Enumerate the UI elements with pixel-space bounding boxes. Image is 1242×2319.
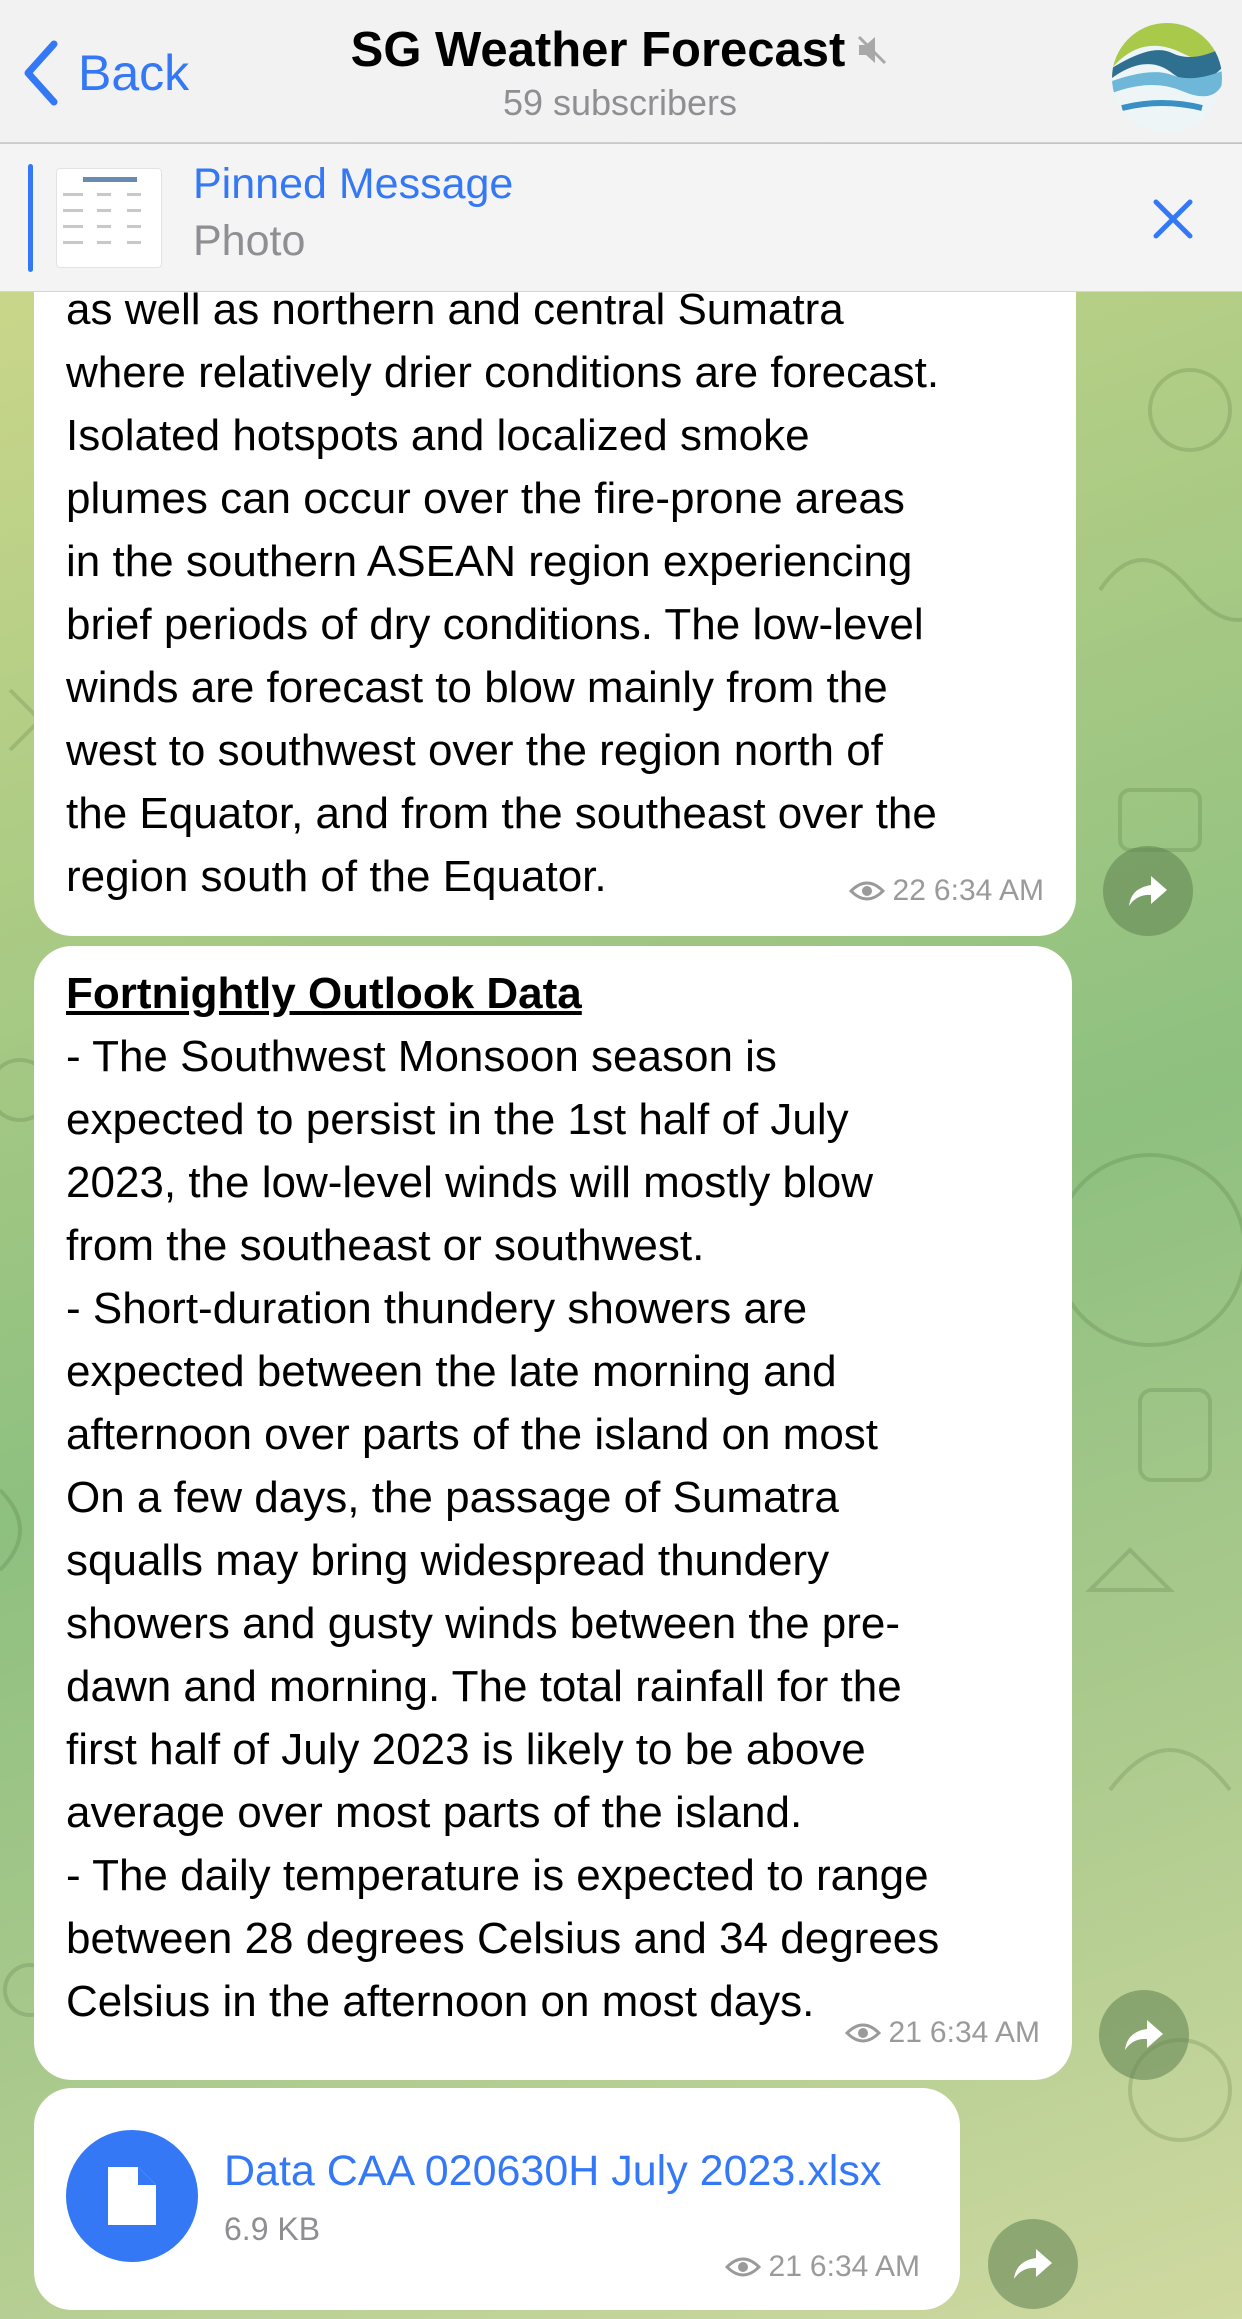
message-line: from the southeast or southwest. [66, 1221, 705, 1270]
message-line: between 28 degrees Celsius and 34 degree… [66, 1914, 940, 1963]
file-name[interactable]: Data CAA 020630H July 2023.xlsx [224, 2140, 881, 2203]
message-line: the Equator, and from the southeast over… [66, 789, 937, 838]
message-line: winds are forecast to blow mainly from t… [66, 663, 888, 712]
message-line: first half of July 2023 is likely to be … [66, 1725, 866, 1774]
back-button[interactable]: Back [22, 38, 189, 108]
eye-icon [724, 2257, 761, 2276]
message-line: afternoon over parts of the island on mo… [66, 1410, 879, 1459]
share-button[interactable] [988, 2219, 1078, 2309]
message-bubble[interactable]: as well as northern and central Sumatra … [34, 292, 1076, 936]
message-line: showers and gusty winds between the pre- [66, 1599, 901, 1648]
pinned-title: Pinned Message [193, 160, 514, 208]
close-icon[interactable] [1146, 192, 1200, 246]
chevron-left-icon [24, 40, 58, 106]
share-icon [1129, 876, 1167, 906]
channel-info[interactable]: SG Weather Forecast 59 subscribers [300, 22, 940, 124]
file-message-bubble[interactable]: Data CAA 020630H July 2023.xlsx 6.9 KB 2… [34, 2088, 960, 2310]
message-line: 2023, the low-level winds will mostly bl… [66, 1158, 873, 1207]
message-line: - Short-duration thundery showers are [66, 1284, 808, 1333]
share-icon [1014, 2249, 1052, 2279]
message-line: brief periods of dry conditions. The low… [66, 600, 924, 649]
back-label: Back [78, 45, 190, 101]
message-line: squalls may bring widespread thundery [66, 1536, 830, 1585]
message-line: average over most parts of the island. [66, 1788, 803, 1837]
message-line: - The Southwest Monsoon season is [66, 1032, 777, 1081]
document-icon[interactable] [66, 2130, 198, 2262]
chat-header: Back SG Weather Forecast 59 subscribers [0, 0, 1242, 143]
message-text: Fortnightly Outlook Data - The Southwest… [66, 962, 1072, 2033]
message-time: 6:34 AM [929, 2016, 1040, 2049]
message-time: 6:34 AM [933, 874, 1044, 907]
message-line: west to southwest over the region north … [66, 726, 883, 775]
subscriber-count: 59 subscribers [502, 82, 738, 123]
message-line: - The daily temperature is expected to r… [66, 1851, 929, 1900]
message-heading: Fortnightly Outlook Data [66, 969, 582, 1018]
view-count: 21 [888, 2016, 922, 2049]
message-meta: 22 6:34 AM [848, 859, 1044, 922]
message-bubble[interactable]: Fortnightly Outlook Data - The Southwest… [34, 946, 1072, 2080]
message-line: On a few days, the passage of Sumatra [66, 1473, 839, 1522]
message-meta: 21 6:34 AM [724, 2235, 920, 2298]
message-line: expected to persist in the 1st half of J… [66, 1095, 849, 1144]
share-icon [1125, 2020, 1163, 2050]
message-line: Isolated hotspots and localized smoke [66, 411, 810, 460]
message-meta: 21 6:34 AM [844, 2001, 1040, 2064]
file-size: 6.9 KB [224, 2211, 321, 2247]
message-line: in the southern ASEAN region experiencin… [66, 537, 913, 586]
view-count: 21 [768, 2250, 802, 2283]
view-count: 22 [892, 874, 926, 907]
pinned-thumbnail [56, 168, 162, 268]
pinned-subtitle: Photo [193, 217, 306, 265]
message-time: 6:34 AM [809, 2250, 920, 2283]
message-text: as well as northern and central Sumatra … [66, 292, 1076, 908]
message-line: plumes can occur over the fire-prone are… [66, 474, 905, 523]
eye-icon [844, 2023, 881, 2042]
pinned-message-bar[interactable]: Pinned Message Photo [0, 144, 1242, 292]
pinned-indicator [28, 164, 33, 272]
channel-title: SG Weather Forecast [350, 23, 846, 77]
message-line: expected between the late morning and [66, 1347, 837, 1396]
share-button[interactable] [1103, 846, 1193, 936]
eye-icon [848, 881, 885, 900]
message-line: where relatively drier conditions are fo… [66, 348, 940, 397]
share-button[interactable] [1099, 1990, 1189, 2080]
message-line: dawn and morning. The total rainfall for… [66, 1662, 902, 1711]
mute-icon [858, 35, 887, 65]
message-line: as well as northern and central Sumatra [66, 292, 844, 334]
channel-avatar[interactable] [1112, 23, 1222, 133]
